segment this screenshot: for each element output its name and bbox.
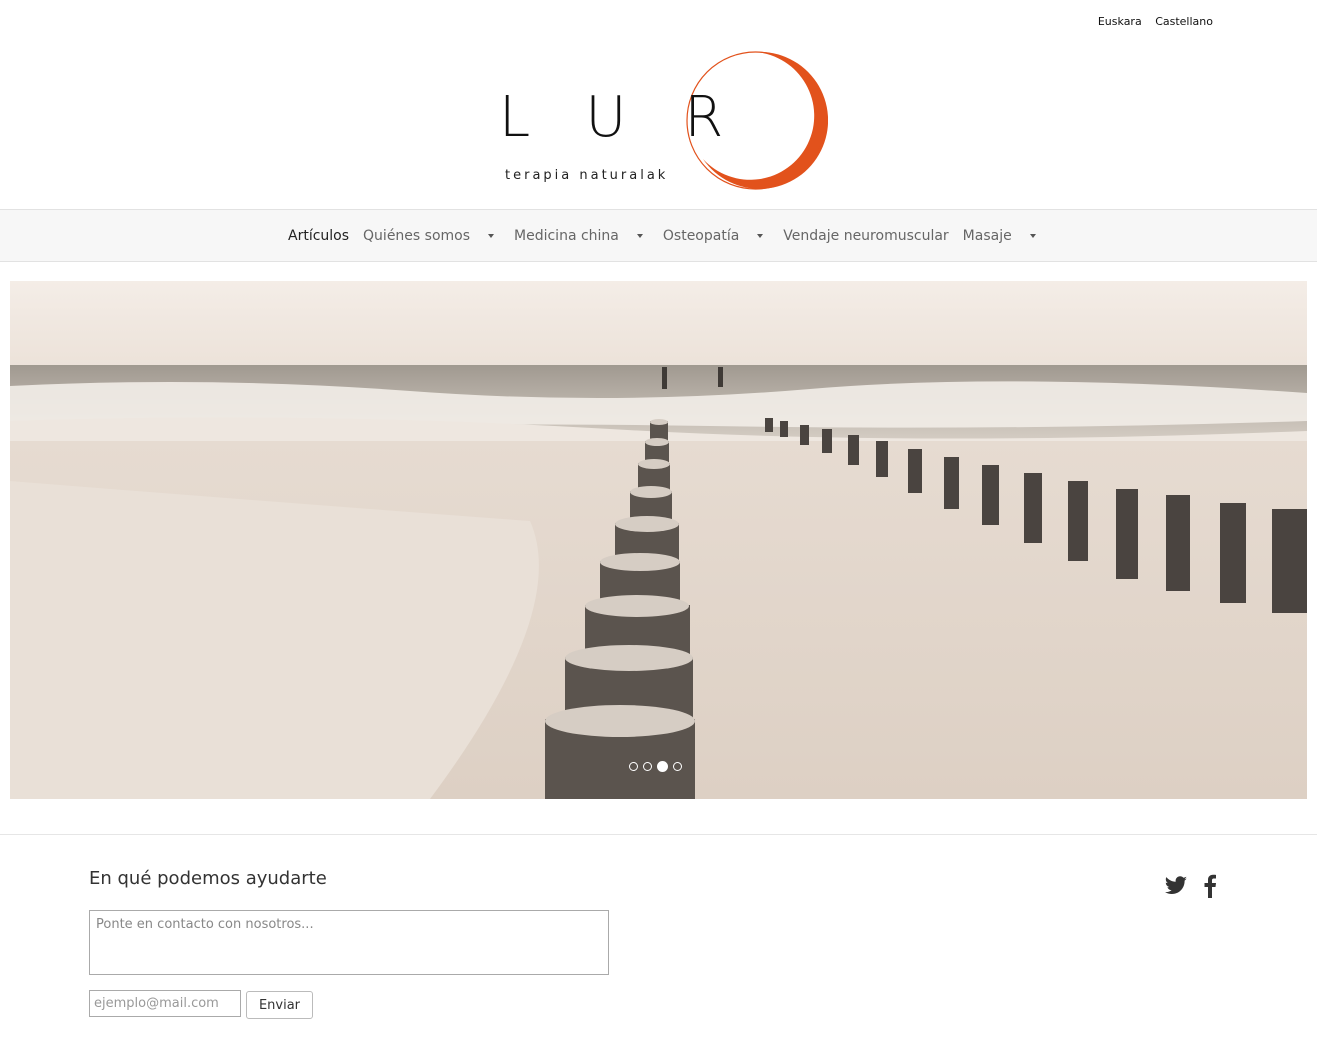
nav-item-label: Medicina china xyxy=(514,227,619,244)
nav-item-vendaje[interactable]: Vendaje neuromuscular xyxy=(783,228,948,244)
slider-pagination xyxy=(629,761,682,772)
send-button[interactable]: Enviar xyxy=(246,991,313,1019)
nav-item-label: Masaje xyxy=(962,227,1012,244)
main-nav: Artículos Quiénes somos Medicina china O… xyxy=(288,210,1056,261)
nav-item-medicina-china[interactable]: Medicina china xyxy=(514,228,649,244)
slider-dot[interactable] xyxy=(629,762,638,771)
twitter-icon[interactable] xyxy=(1164,876,1188,896)
contact-title: En qué podemos ayudarte xyxy=(89,868,327,889)
slider-dot[interactable] xyxy=(643,762,652,771)
nav-item-articulos[interactable]: Artículos xyxy=(288,228,349,244)
nav-item-masaje[interactable]: Masaje xyxy=(963,228,1042,244)
message-field[interactable] xyxy=(89,910,609,975)
caret-down-icon xyxy=(636,233,643,238)
lang-euskara-link[interactable]: Euskara xyxy=(1098,15,1142,28)
logo-tagline: terapia naturalak xyxy=(505,168,669,183)
section-divider xyxy=(0,834,1317,835)
logo-letters: LUR xyxy=(499,85,782,150)
nav-item-label: Artículos xyxy=(288,227,350,244)
caret-down-icon xyxy=(1029,233,1036,238)
lang-castellano-link[interactable]: Castellano xyxy=(1155,15,1213,28)
nav-item-label: Osteopatía xyxy=(662,227,740,244)
nav-item-label: Quiénes somos xyxy=(363,227,471,244)
language-switcher: Euskara Castellano xyxy=(1088,15,1213,28)
nav-item-label: Vendaje neuromuscular xyxy=(783,227,949,244)
email-field[interactable] xyxy=(89,990,241,1017)
site-logo[interactable]: LUR terapia naturalak xyxy=(495,48,840,200)
slider-dot-active[interactable] xyxy=(657,761,668,772)
nav-item-osteopatia[interactable]: Osteopatía xyxy=(663,228,769,244)
slider-dot[interactable] xyxy=(673,762,682,771)
hero-slider[interactable] xyxy=(10,281,1307,799)
caret-down-icon xyxy=(488,233,495,238)
caret-down-icon xyxy=(757,233,764,238)
social-links xyxy=(1164,874,1216,898)
nav-item-quienes-somos[interactable]: Quiénes somos xyxy=(363,228,500,244)
facebook-icon[interactable] xyxy=(1204,874,1216,898)
beach-photo xyxy=(10,281,1307,799)
main-navbar: Artículos Quiénes somos Medicina china O… xyxy=(0,209,1317,262)
